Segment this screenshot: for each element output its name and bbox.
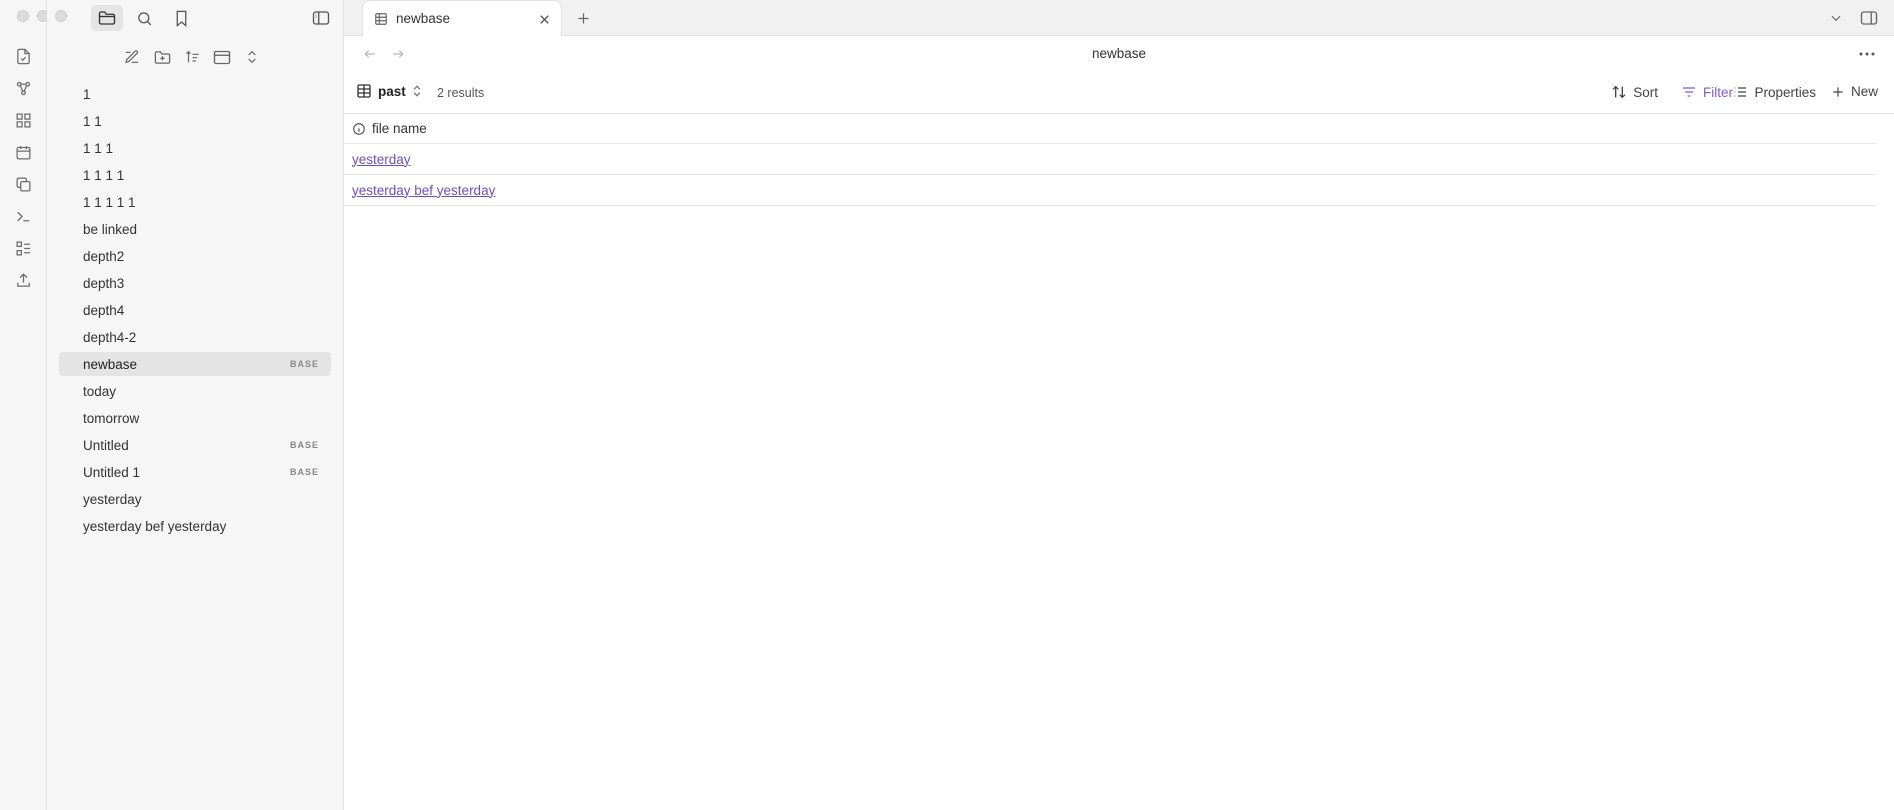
files-tab-icon[interactable] <box>91 5 123 31</box>
close-window-button[interactable] <box>17 10 29 22</box>
close-icon[interactable] <box>535 10 553 28</box>
file-item[interactable]: 1 1 <box>59 109 331 133</box>
file-item[interactable]: today <box>59 379 331 403</box>
upload-icon[interactable] <box>14 271 33 290</box>
templates-icon[interactable] <box>14 175 33 194</box>
file-item[interactable]: Untitled 1 BASE <box>59 460 331 484</box>
base-toolbar: past 2 results Sort Filter Properties Ne… <box>344 72 1894 114</box>
base-badge: BASE <box>289 467 319 477</box>
plus-icon <box>1831 85 1845 99</box>
file-item[interactable]: Untitled BASE <box>59 433 331 457</box>
base-badge: BASE <box>289 359 319 369</box>
view-header: newbase <box>344 36 1894 72</box>
column-header-label: file name <box>372 121 427 136</box>
file-item[interactable]: depth3 <box>59 271 331 295</box>
table-row: yesterday bef yesterday <box>344 175 1876 206</box>
file-item[interactable]: depth4-2 <box>59 325 331 349</box>
file-explorer-sidebar: 1 1 1 1 1 1 1 1 1 1 1 1 1 1 1 be linked … <box>47 0 344 810</box>
file-item[interactable]: 1 1 1 1 <box>59 163 331 187</box>
tab-newbase[interactable]: newbase <box>362 0 562 36</box>
tab-bar: newbase <box>344 0 1894 36</box>
open-quick-switcher-icon[interactable] <box>14 47 33 66</box>
tab-label: newbase <box>396 11 451 26</box>
sort-arrows-icon <box>1611 84 1627 100</box>
file-item[interactable]: tomorrow <box>59 406 331 430</box>
chevron-up-down-icon <box>412 84 422 98</box>
terminal-icon[interactable] <box>14 207 33 226</box>
file-link[interactable]: yesterday bef yesterday <box>352 183 495 198</box>
tab-list-chevron-down-icon[interactable] <box>1825 7 1847 29</box>
file-item[interactable]: 1 <box>59 82 331 106</box>
new-tab-plus-icon[interactable] <box>572 7 594 29</box>
file-item[interactable]: depth2 <box>59 244 331 268</box>
expand-collapse-icon[interactable] <box>241 46 263 68</box>
table-row: yesterday <box>344 144 1876 175</box>
base-badge: BASE <box>289 440 319 450</box>
ribbon <box>0 0 49 810</box>
more-options-icon[interactable] <box>1856 44 1878 64</box>
view-name: past <box>378 83 406 99</box>
file-item[interactable]: 1 1 1 1 1 <box>59 190 331 214</box>
table-icon <box>374 12 388 26</box>
maximize-window-button[interactable] <box>55 10 67 22</box>
collapse-sidebar-icon[interactable] <box>305 5 337 31</box>
auto-reveal-icon[interactable] <box>211 46 233 68</box>
bookmarks-tab-icon[interactable] <box>165 5 197 31</box>
properties-button[interactable]: Properties <box>1732 84 1816 100</box>
view-switcher[interactable]: past <box>356 83 422 99</box>
bases-icon[interactable] <box>14 239 33 258</box>
sort-button[interactable]: Sort <box>1611 84 1658 100</box>
info-icon <box>352 122 366 136</box>
file-item[interactable]: yesterday <box>59 487 331 511</box>
graph-view-icon[interactable] <box>14 79 33 98</box>
table-icon <box>356 83 372 99</box>
result-count: 2 results <box>437 86 485 100</box>
toggle-right-sidebar-icon[interactable] <box>1858 7 1880 29</box>
view-title: newbase <box>1091 46 1147 61</box>
new-folder-icon[interactable] <box>151 46 173 68</box>
list-icon <box>1732 84 1748 100</box>
calendar-icon[interactable] <box>14 143 33 162</box>
file-item-active[interactable]: newbase BASE <box>59 352 331 376</box>
file-item[interactable]: yesterday bef yesterday <box>59 514 331 538</box>
file-item[interactable]: 1 1 1 <box>59 136 331 160</box>
new-note-icon[interactable] <box>121 46 143 68</box>
sort-order-icon[interactable] <box>181 46 203 68</box>
table-header-file-name[interactable]: file name <box>344 114 1876 144</box>
file-item[interactable]: be linked <box>59 217 331 241</box>
filter-button[interactable]: Filter <box>1681 84 1733 100</box>
filter-icon <box>1681 84 1697 100</box>
canvas-icon[interactable] <box>14 111 33 130</box>
search-tab-icon[interactable] <box>128 5 160 31</box>
file-link[interactable]: yesterday <box>352 152 411 167</box>
new-entry-button[interactable]: New <box>1831 84 1878 99</box>
file-item[interactable]: depth4 <box>59 298 331 322</box>
